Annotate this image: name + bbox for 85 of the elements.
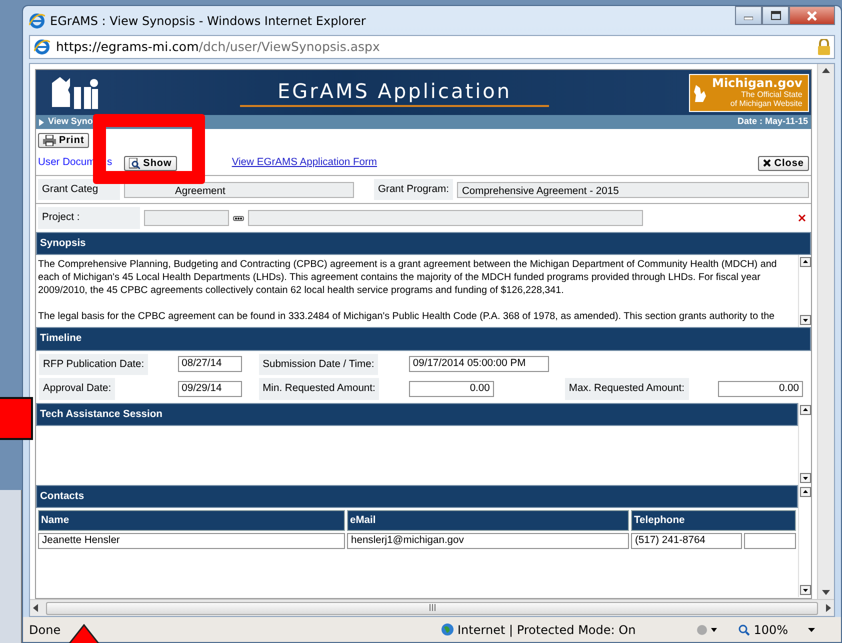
scroll-up-icon: [800, 257, 810, 268]
window-title: EGrAMS : View Synopsis - Windows Internet Explorer: [50, 12, 366, 30]
globe-icon: [440, 623, 454, 636]
logo-subtitle: of Michigan Website: [729, 99, 802, 108]
michigan-logo-icon: [50, 74, 100, 110]
section-header: Contacts: [36, 484, 798, 508]
logo-title: Michigan.gov: [712, 77, 802, 90]
scroll-right-icon: [826, 604, 831, 612]
horizontal-scrollbar[interactable]: [30, 599, 834, 616]
magnifier-icon: [129, 158, 140, 169]
grip-icon: [428, 604, 436, 611]
address-bar[interactable]: https://egrams-mi.com/dch/user/ViewSynopsis.aspx: [29, 35, 835, 59]
program-field: Comprehensive Agreement - 2015: [456, 182, 809, 198]
value-field[interactable]: 0.00: [408, 380, 494, 397]
table-cell: (517) 241-8764: [631, 533, 742, 550]
inner-scrollbar[interactable]: [798, 255, 811, 328]
zoom-control[interactable]: 100%: [738, 620, 815, 638]
field-label: Submission Date / Time:: [258, 354, 378, 376]
print-button[interactable]: Print: [38, 133, 90, 148]
vertical-scrollbar[interactable]: [817, 64, 834, 599]
annotation-marker: [0, 397, 33, 440]
ellipsis-icon: [235, 216, 242, 220]
value-field[interactable]: 0.00: [718, 380, 803, 397]
chevron-icon: [39, 118, 44, 126]
browser-logo-icon: [34, 39, 50, 55]
extension-field[interactable]: [744, 533, 796, 550]
scroll-down-icon: [800, 472, 810, 482]
field-label: Max. Requested Amount:: [564, 378, 688, 400]
scroll-down-icon: [800, 315, 810, 326]
close-icon: [807, 10, 817, 20]
table-cell: henslerj1@michigan.gov: [347, 533, 629, 550]
page-name: View Syno: [48, 115, 93, 128]
printer-icon: [43, 135, 56, 146]
scroll-down-icon: [822, 590, 830, 595]
zone-text: Internet | Protected Mode: On: [458, 622, 636, 638]
date-label: Date : May-11-15: [737, 115, 808, 128]
close-window-button[interactable]: [789, 6, 835, 25]
project-field[interactable]: [144, 210, 229, 226]
maximize-button[interactable]: [762, 6, 789, 25]
value-field[interactable]: 08/27/14: [178, 356, 242, 372]
close-icon: [763, 159, 772, 168]
field-label: Grant Categ: [38, 178, 120, 200]
section-header: Tech Assistance Session: [36, 402, 798, 426]
inner-scrollbar[interactable]: [798, 484, 811, 596]
category-field: Agreement: [124, 182, 354, 198]
field-label: RFP Publication Date:: [39, 354, 148, 376]
field-label: Project :: [38, 207, 140, 229]
synopsis-paragraph: The legal basis for the CPBC agreement can be found in 333.2484 of Michigan's Public Health Code (P.A. 368 of 1978, as amended). This section grants authority to the: [38, 310, 776, 324]
field-label: Grant Program:: [374, 178, 453, 200]
zoom-text: 100%: [754, 622, 788, 638]
logo-subtitle: The Official State: [740, 90, 802, 99]
application-form-link[interactable]: View EGrAMS Application Form: [232, 155, 377, 171]
maximize-icon: [770, 11, 780, 20]
column-header: Telephone: [631, 510, 796, 532]
state-map-icon: [693, 82, 709, 102]
minimize-button[interactable]: [735, 6, 762, 25]
browser-logo-icon: [29, 12, 45, 28]
scroll-up-icon: [800, 404, 810, 414]
show-button[interactable]: Show: [124, 156, 177, 171]
inner-scrollbar[interactable]: [798, 402, 811, 484]
lookup-button[interactable]: [233, 216, 244, 221]
column-header: Name: [38, 510, 345, 532]
arrow-marker-icon: [68, 624, 100, 643]
caret-icon: [808, 628, 815, 632]
value-field[interactable]: 09/17/2014 05:00:00 PM: [408, 356, 549, 372]
padlock-icon: [818, 39, 830, 55]
section-header: Synopsis: [36, 232, 811, 256]
remove-icon: [798, 214, 806, 222]
banner-title: EGrAMS Application: [240, 78, 549, 106]
status-text: Done: [29, 622, 61, 638]
scroll-up-icon: [822, 68, 830, 73]
column-header: eMail: [347, 510, 629, 532]
value-field[interactable]: 09/29/14: [178, 380, 242, 397]
table-cell: Jeanette Hensler: [38, 533, 345, 550]
close-button[interactable]: Close: [758, 156, 809, 171]
address-text: https://egrams-mi.com/dch/user/ViewSynopsis.aspx: [56, 38, 380, 56]
scroll-down-icon: [800, 584, 810, 594]
synopsis-paragraph: The Comprehensive Planning, Budgeting and Contracting (CPBC) agreement is a grant agreement between the Michigan Department of Community Health (MDCH) and each of Michigan's 45 Local Health Departments (LHDs). This agreement contains the majority of the MDCH funded programs provided through LHDs. For fiscal year 2009/2010, the 45 CPBC agreements collectively contain 62 local health service programs and funding of $126,228,341.: [38, 258, 778, 298]
scroll-left-icon: [33, 604, 38, 612]
field-label: Approval Date:: [39, 378, 116, 400]
field-label: Min. Requested Amount:: [258, 378, 380, 400]
zoom-icon: [738, 624, 750, 636]
scroll-up-icon: [800, 486, 810, 496]
section-header: Timeline: [36, 327, 811, 351]
link-text-fragment: s: [107, 156, 112, 170]
